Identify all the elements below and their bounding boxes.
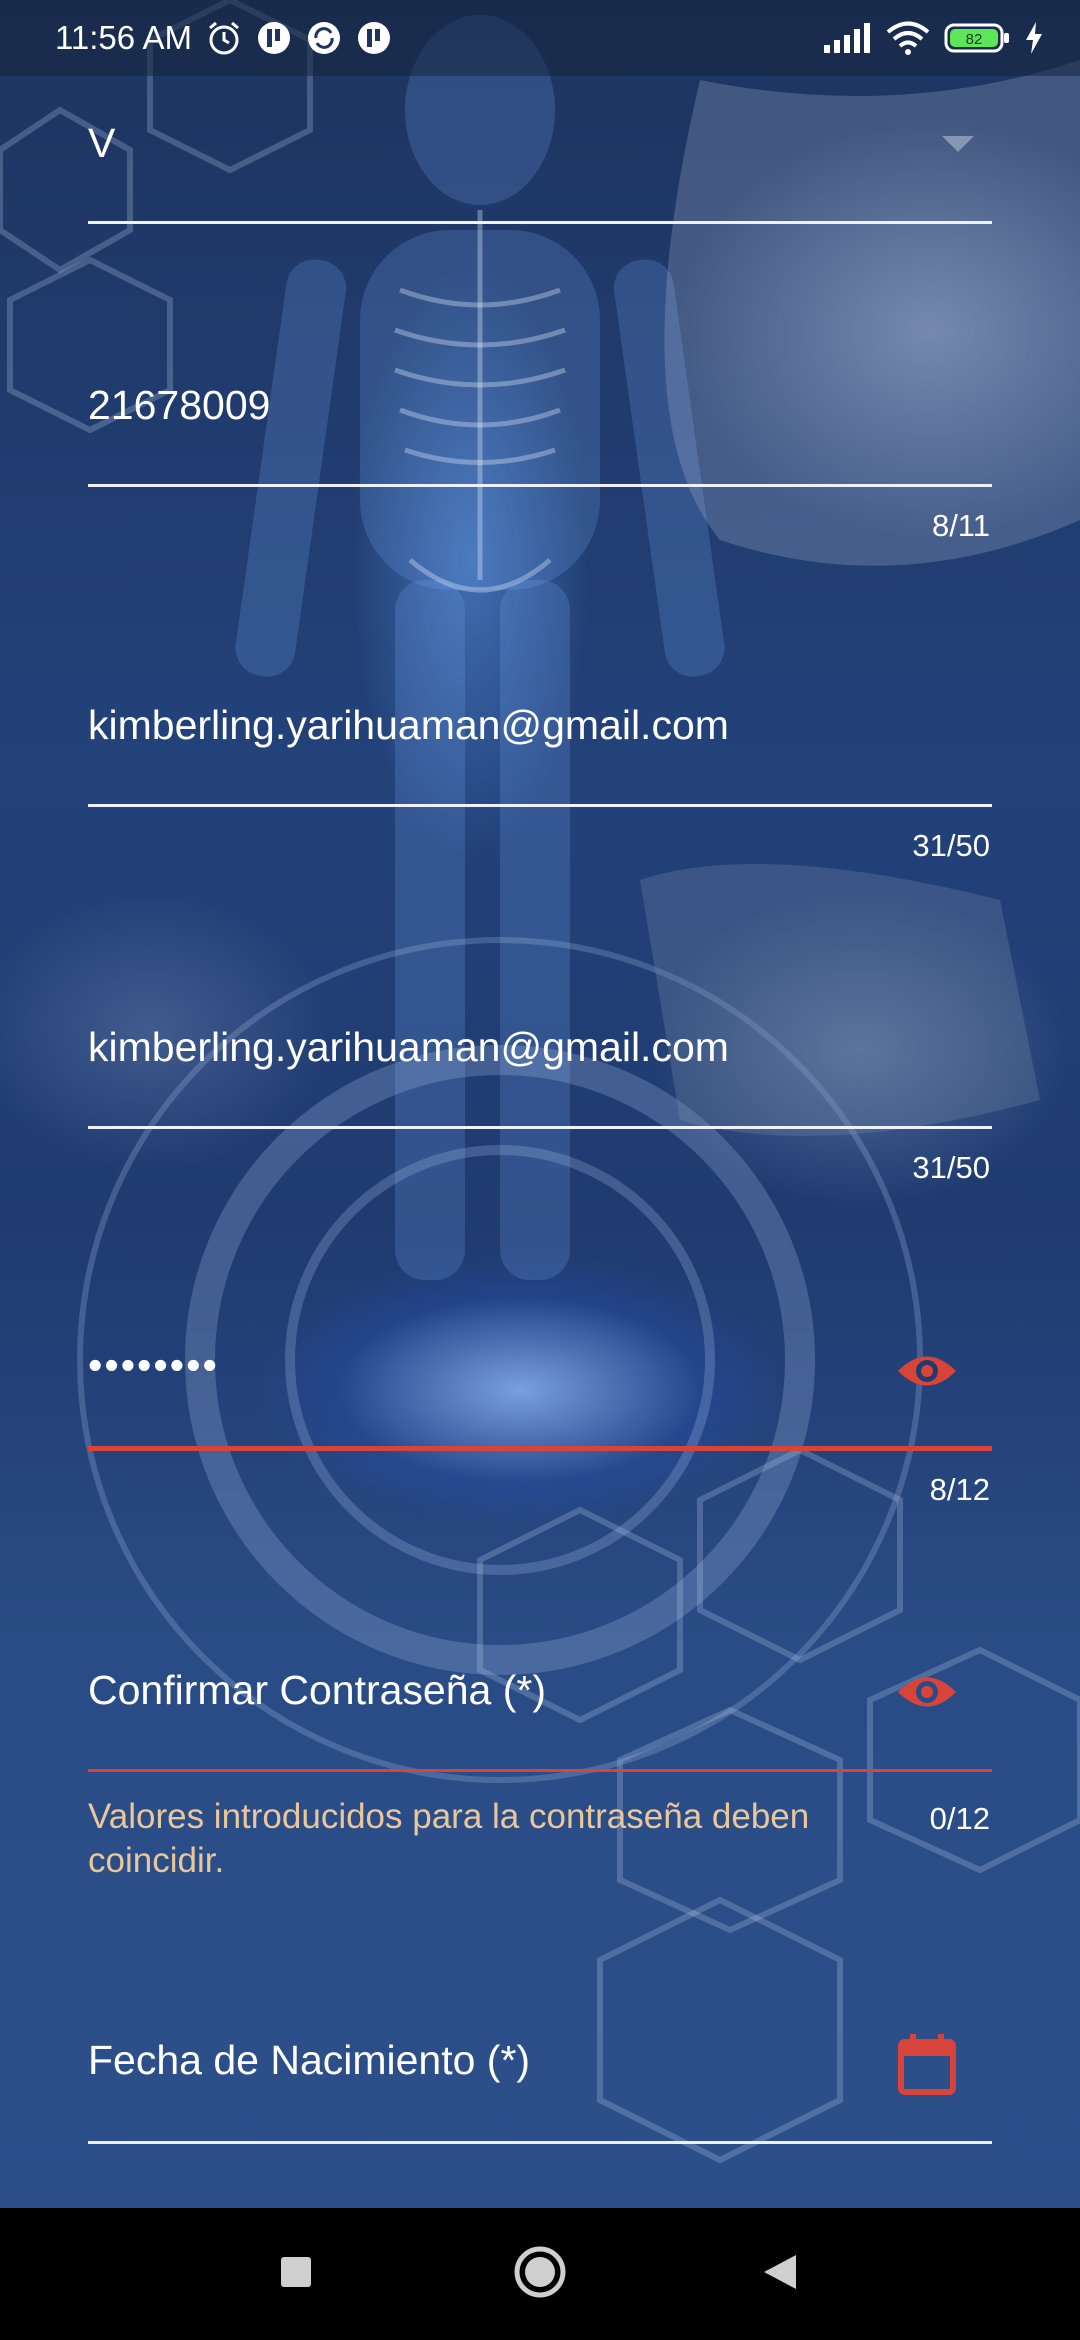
document-type-value: V bbox=[88, 120, 116, 166]
sync-icon bbox=[306, 20, 342, 56]
cedula-field[interactable]: 21678009 8/11 bbox=[88, 370, 992, 550]
cedula-underline bbox=[88, 484, 992, 487]
email-counter: 31/50 bbox=[912, 828, 990, 863]
confirm-password-field[interactable]: Confirmar Contraseña (*) Valores introdu… bbox=[88, 1655, 992, 1895]
eye-icon[interactable] bbox=[896, 1350, 958, 1397]
notification-icon bbox=[356, 20, 392, 56]
birth-date-underline bbox=[88, 2141, 992, 2144]
navigation-bar bbox=[0, 2208, 1080, 2340]
back-button[interactable] bbox=[710, 2208, 850, 2340]
password-field[interactable]: •••••••• 8/12 bbox=[88, 1334, 992, 1514]
confirm-email-underline bbox=[88, 1126, 992, 1129]
confirm-email-value: kimberling.yarihuaman@gmail.com bbox=[88, 1024, 729, 1070]
password-counter: 8/12 bbox=[929, 1472, 990, 1507]
email-value: kimberling.yarihuaman@gmail.com bbox=[88, 702, 729, 748]
dropdown-arrow-icon bbox=[942, 136, 974, 157]
cedula-counter: 8/11 bbox=[931, 508, 990, 543]
signal-icon bbox=[824, 23, 872, 53]
birth-date-field[interactable]: Fecha de Nacimiento (*) bbox=[88, 2025, 992, 2175]
document-type-underline bbox=[88, 221, 992, 224]
back-triangle-icon bbox=[762, 2253, 798, 2296]
home-circle-icon bbox=[513, 2245, 567, 2304]
email-field[interactable]: kimberling.yarihuaman@gmail.com 31/50 bbox=[88, 690, 992, 870]
cedula-value: 21678009 bbox=[88, 382, 271, 428]
confirm-email-field[interactable]: kimberling.yarihuaman@gmail.com 31/50 bbox=[88, 1012, 992, 1192]
status-time: 11:56 AM bbox=[55, 19, 192, 56]
wifi-icon bbox=[886, 21, 930, 55]
calendar-icon[interactable] bbox=[898, 2033, 956, 2100]
confirm-email-counter: 31/50 bbox=[912, 1150, 990, 1185]
notification-icon bbox=[256, 20, 292, 56]
confirm-password-label: Confirmar Contraseña (*) bbox=[88, 1667, 546, 1713]
confirm-password-error: Valores introducidos para la contraseña … bbox=[88, 1797, 810, 1880]
recents-button[interactable] bbox=[226, 2208, 366, 2340]
alarm-icon bbox=[206, 20, 242, 56]
confirm-password-counter: 0/12 bbox=[929, 1801, 990, 1836]
status-bar: 11:56 AM 82 bbox=[0, 0, 1080, 76]
document-type-select[interactable]: V bbox=[88, 100, 992, 230]
recents-square-icon bbox=[279, 2255, 313, 2294]
birth-date-label: Fecha de Nacimiento (*) bbox=[88, 2037, 531, 2083]
confirm-password-underline bbox=[88, 1769, 992, 1772]
charging-icon bbox=[1024, 22, 1044, 54]
password-underline bbox=[88, 1446, 992, 1451]
home-button[interactable] bbox=[470, 2208, 610, 2340]
password-value: •••••••• bbox=[88, 1342, 219, 1388]
eye-icon[interactable] bbox=[896, 1671, 958, 1718]
svg-text:82: 82 bbox=[966, 31, 983, 48]
email-underline bbox=[88, 804, 992, 807]
battery-icon: 82 bbox=[944, 23, 1010, 53]
